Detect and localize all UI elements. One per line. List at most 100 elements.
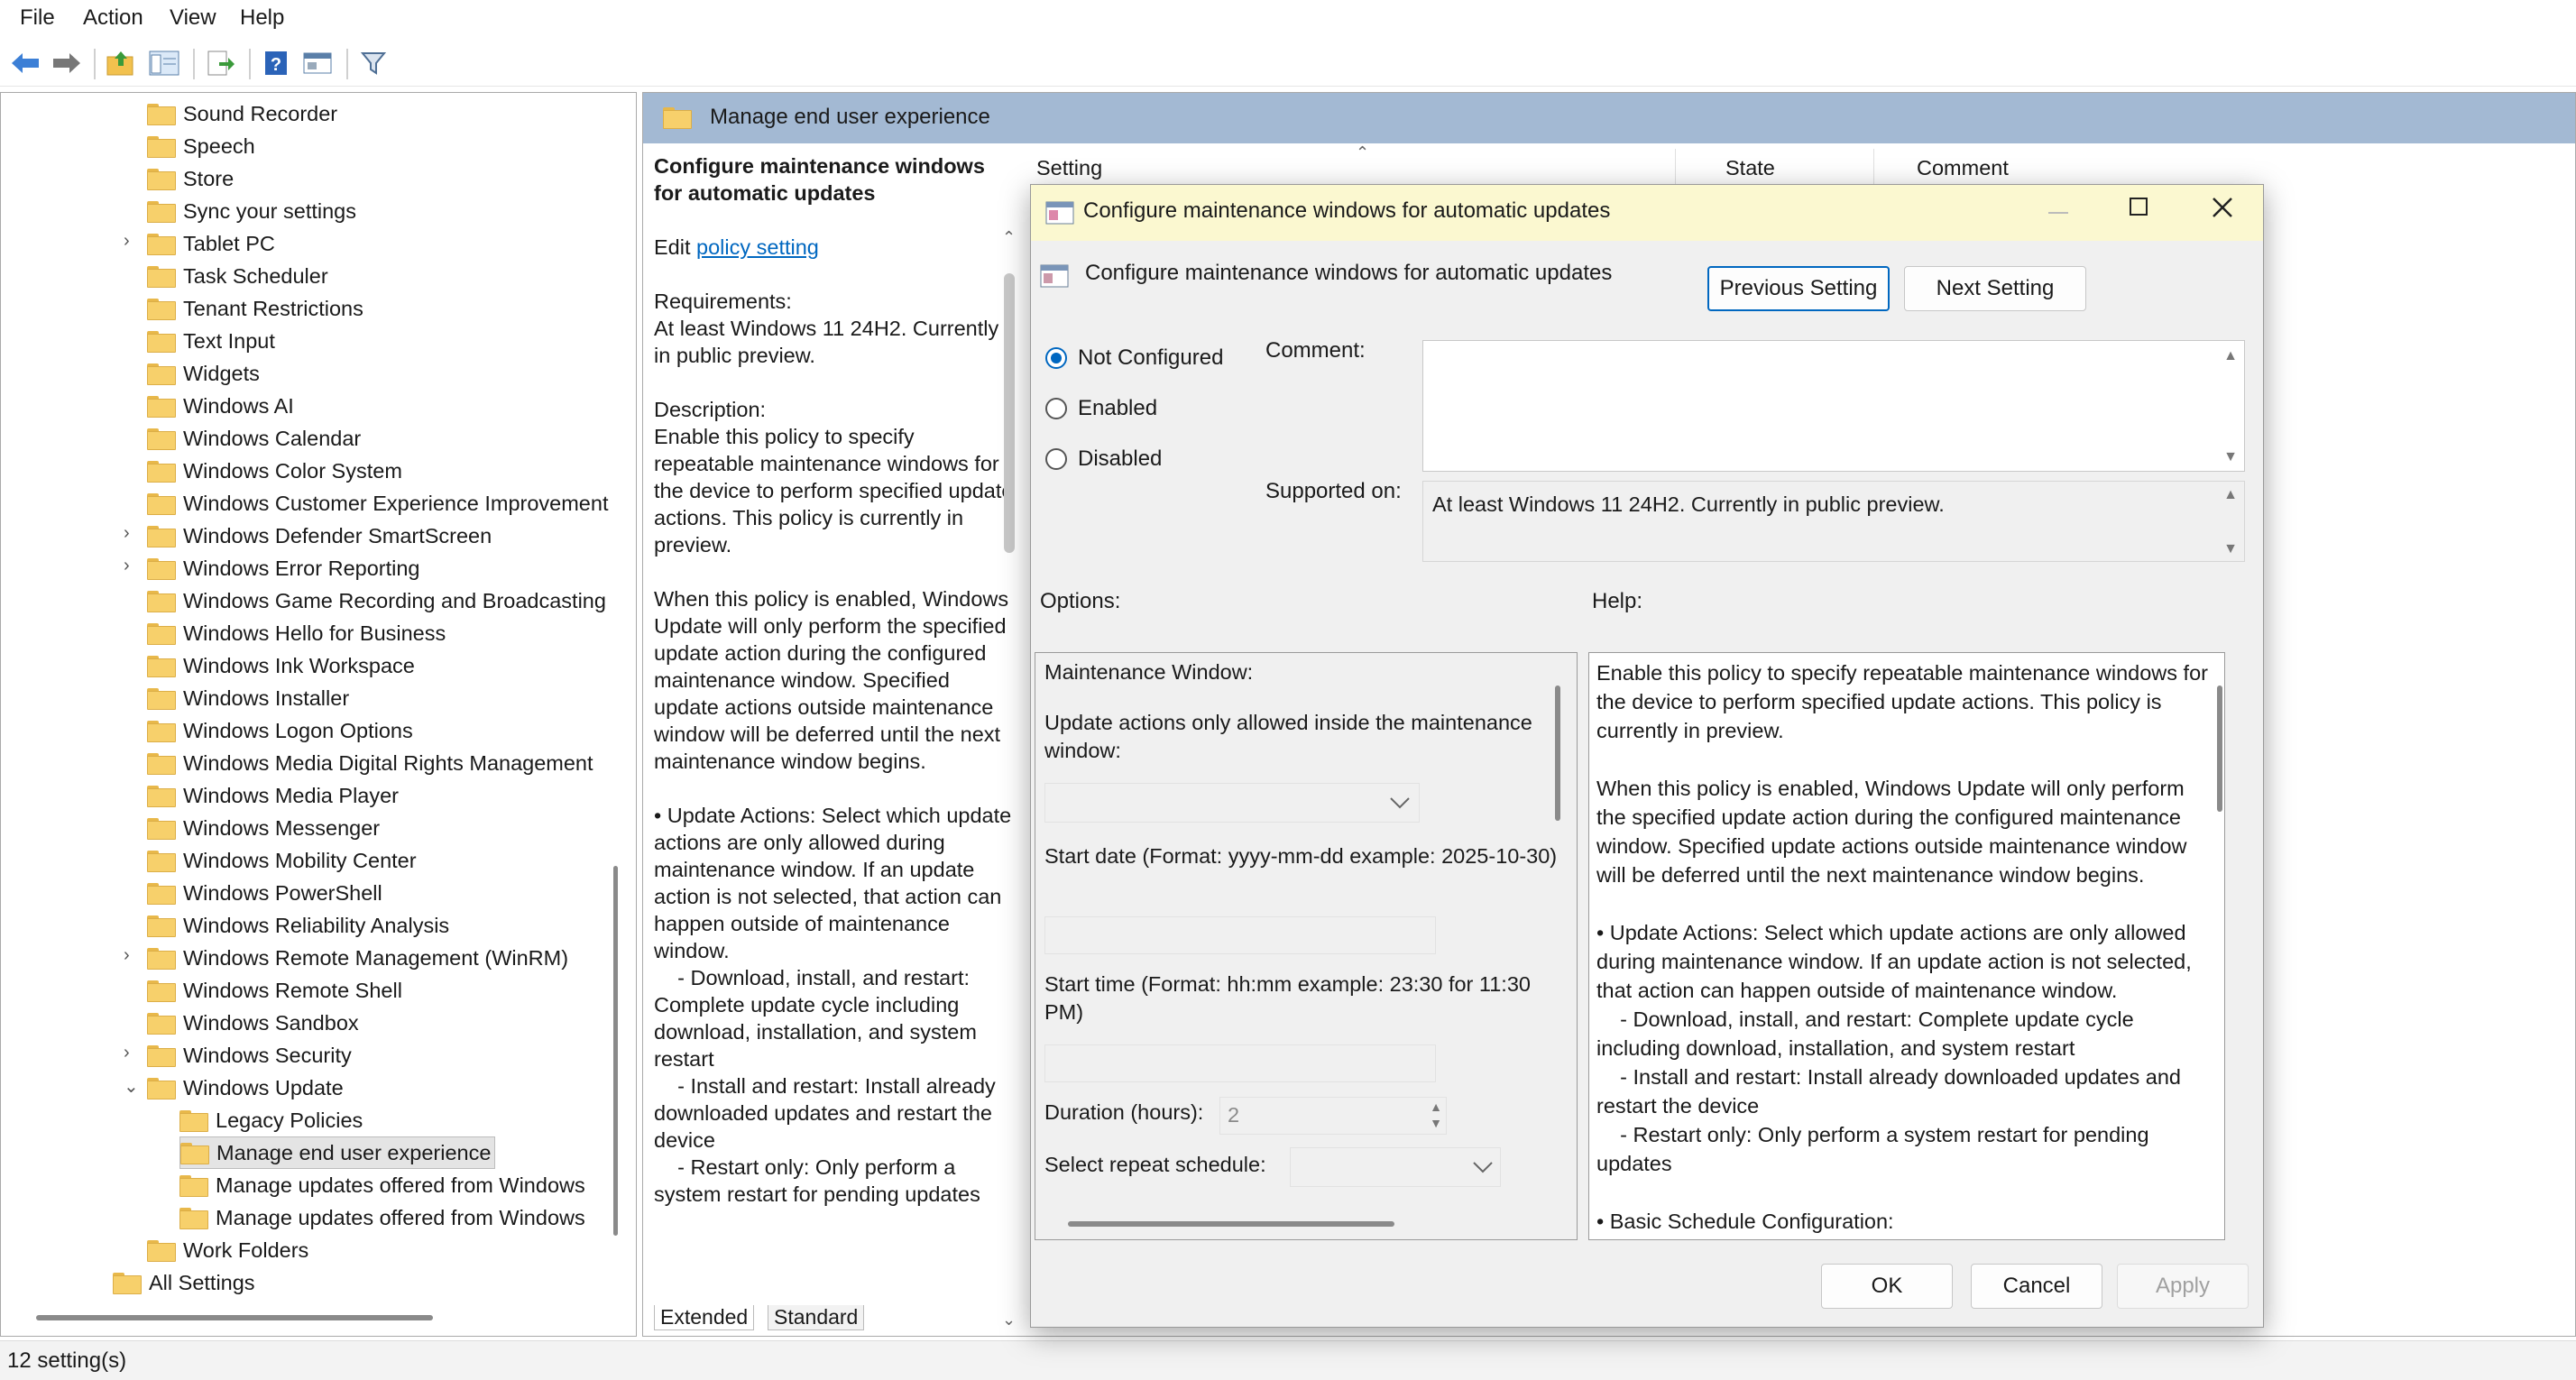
tree-item[interactable]: Store: [147, 162, 234, 195]
tree-item[interactable]: All Settings: [113, 1266, 255, 1299]
scroll-down-icon[interactable]: ▼: [2221, 449, 2240, 465]
forward-arrow-icon[interactable]: [49, 45, 85, 81]
tree-vscroll-thumb[interactable]: [613, 866, 618, 1236]
tree-item[interactable]: Windows Reliability Analysis: [147, 909, 449, 942]
minimize-icon[interactable]: [2048, 212, 2068, 214]
start-time-input[interactable]: [1044, 1044, 1436, 1082]
stepper-up-icon[interactable]: ▲: [1430, 1099, 1442, 1114]
comment-textarea[interactable]: ▲ ▼: [1422, 340, 2245, 472]
start-date-input[interactable]: [1044, 916, 1436, 954]
tree-item[interactable]: Windows Hello for Business: [147, 617, 446, 649]
tree-item[interactable]: Windows Media Digital Rights Management: [147, 747, 593, 779]
menu-action[interactable]: Action: [83, 5, 143, 31]
tree-item[interactable]: Manage updates offered from Windows: [179, 1169, 585, 1201]
menu-view[interactable]: View: [170, 5, 216, 31]
scroll-up-icon[interactable]: ▲: [2221, 487, 2240, 503]
tree-item[interactable]: › Tablet PC: [124, 227, 275, 260]
menu-file[interactable]: File: [20, 5, 55, 31]
next-setting-button[interactable]: Next Setting: [1904, 266, 2086, 311]
tree-item[interactable]: Sync your settings: [147, 195, 356, 227]
filter-icon[interactable]: [355, 45, 391, 81]
previous-setting-button[interactable]: Previous Setting: [1707, 266, 1890, 311]
tree-item[interactable]: Windows Installer: [147, 682, 349, 714]
tree-item[interactable]: Windows Messenger: [147, 812, 380, 844]
tree-item[interactable]: Windows PowerShell: [147, 877, 382, 909]
export-list-icon[interactable]: [202, 45, 238, 81]
tree-item[interactable]: › Windows Defender SmartScreen: [124, 520, 492, 552]
dialog-titlebar[interactable]: Configure maintenance windows for automa…: [1031, 185, 2263, 241]
show-hide-console-tree-icon[interactable]: [146, 45, 182, 81]
stepper-down-icon[interactable]: ▼: [1430, 1116, 1442, 1130]
policy-setting-link[interactable]: policy setting: [696, 235, 819, 259]
tab-extended[interactable]: Extended: [654, 1305, 755, 1330]
ok-button[interactable]: OK: [1821, 1264, 1953, 1309]
tree-item[interactable]: Tenant Restrictions: [147, 292, 363, 325]
tree-item[interactable]: Windows Logon Options: [147, 714, 413, 747]
repeat-schedule-dropdown[interactable]: [1290, 1147, 1501, 1187]
menu-help[interactable]: Help: [240, 5, 284, 31]
scroll-down-icon[interactable]: ▼: [2221, 541, 2240, 557]
tree-item[interactable]: Text Input: [147, 325, 275, 357]
chevron-right-icon[interactable]: ›: [124, 945, 130, 966]
tree-item[interactable]: Sound Recorder: [147, 97, 337, 130]
cancel-button[interactable]: Cancel: [1971, 1264, 2102, 1309]
console-tree[interactable]: Sound Recorder Speech Store Sync your setti…: [0, 92, 637, 1337]
tree-item[interactable]: Windows Sandbox: [147, 1007, 359, 1039]
radio-enabled[interactable]: Enabled: [1045, 396, 1157, 421]
help-icon[interactable]: ?: [258, 45, 294, 81]
tree-item[interactable]: ⌄ Windows Update: [124, 1072, 344, 1104]
options-hscroll-thumb[interactable]: [1068, 1221, 1394, 1227]
tree-item[interactable]: Windows AI: [147, 390, 294, 422]
tree-item[interactable]: Windows Game Recording and Broadcasting: [147, 584, 606, 617]
tree-item[interactable]: Task Scheduler: [147, 260, 328, 292]
tree-item-selected[interactable]: Manage end user experience: [179, 1136, 496, 1169]
duration-stepper[interactable]: 2 ▲ ▼: [1219, 1097, 1447, 1135]
tree-item-label: Windows Game Recording and Broadcasting: [183, 588, 606, 612]
tree-item[interactable]: Speech: [147, 130, 255, 162]
scroll-up-icon[interactable]: ⌃: [1002, 228, 1016, 247]
col-comment[interactable]: Comment: [1917, 156, 2009, 180]
tree-item[interactable]: Work Folders: [147, 1234, 308, 1266]
help-vscroll-thumb[interactable]: [2217, 685, 2222, 812]
tree-item[interactable]: Windows Media Player: [147, 779, 399, 812]
apply-button[interactable]: Apply: [2117, 1264, 2249, 1309]
tree-item[interactable]: Windows Ink Workspace: [147, 649, 415, 682]
tree-item[interactable]: Widgets: [147, 357, 260, 390]
tree-item[interactable]: › Windows Error Reporting: [124, 552, 420, 584]
scroll-thumb[interactable]: [1004, 273, 1015, 553]
tree-item[interactable]: Manage updates offered from Windows: [179, 1201, 585, 1234]
scroll-up-icon[interactable]: ▲: [2221, 348, 2240, 364]
col-state[interactable]: State: [1725, 156, 1775, 180]
chevron-right-icon[interactable]: ›: [124, 556, 130, 576]
chevron-right-icon[interactable]: ›: [124, 231, 130, 252]
up-folder-icon[interactable]: [103, 45, 139, 81]
radio-not-configured[interactable]: Not Configured: [1045, 345, 1223, 371]
maximize-icon[interactable]: [2130, 198, 2148, 216]
chevron-right-icon[interactable]: ›: [124, 523, 130, 544]
tab-standard[interactable]: Standard: [768, 1305, 865, 1330]
radio-disabled[interactable]: Disabled: [1045, 446, 1162, 472]
tree-item[interactable]: › Windows Remote Management (WinRM): [124, 942, 568, 974]
dialog-title: Configure maintenance windows for automa…: [1083, 198, 1611, 223]
tree-item[interactable]: Windows Mobility Center: [147, 844, 417, 877]
chevron-right-icon[interactable]: ›: [124, 1043, 130, 1063]
tree-item[interactable]: Windows Calendar: [147, 422, 361, 455]
back-arrow-icon[interactable]: [7, 45, 43, 81]
tree-item[interactable]: Legacy Policies: [179, 1104, 363, 1136]
col-setting[interactable]: Setting: [1036, 156, 1102, 180]
description-scrollbar[interactable]: ⌃ ⌄: [998, 228, 1020, 1336]
tree-item[interactable]: › Windows Security: [124, 1039, 352, 1072]
tree-item[interactable]: Windows Color System: [147, 455, 402, 487]
tree-item[interactable]: Windows Remote Shell: [147, 974, 402, 1007]
close-icon[interactable]: [2211, 196, 2234, 219]
options-vscroll-thumb[interactable]: [1555, 685, 1560, 821]
chevron-down-icon[interactable]: ⌄: [124, 1075, 139, 1098]
radio-checked-icon[interactable]: [1045, 347, 1067, 369]
radio-unchecked-icon[interactable]: [1045, 448, 1067, 470]
radio-unchecked-icon[interactable]: [1045, 398, 1067, 419]
properties-icon[interactable]: [299, 45, 336, 81]
tree-item[interactable]: Windows Customer Experience Improvement: [147, 487, 608, 520]
tree-hscroll-thumb[interactable]: [36, 1315, 433, 1320]
tree-item-label: Manage updates offered from Windows: [216, 1205, 585, 1229]
update-actions-dropdown[interactable]: [1044, 783, 1420, 823]
